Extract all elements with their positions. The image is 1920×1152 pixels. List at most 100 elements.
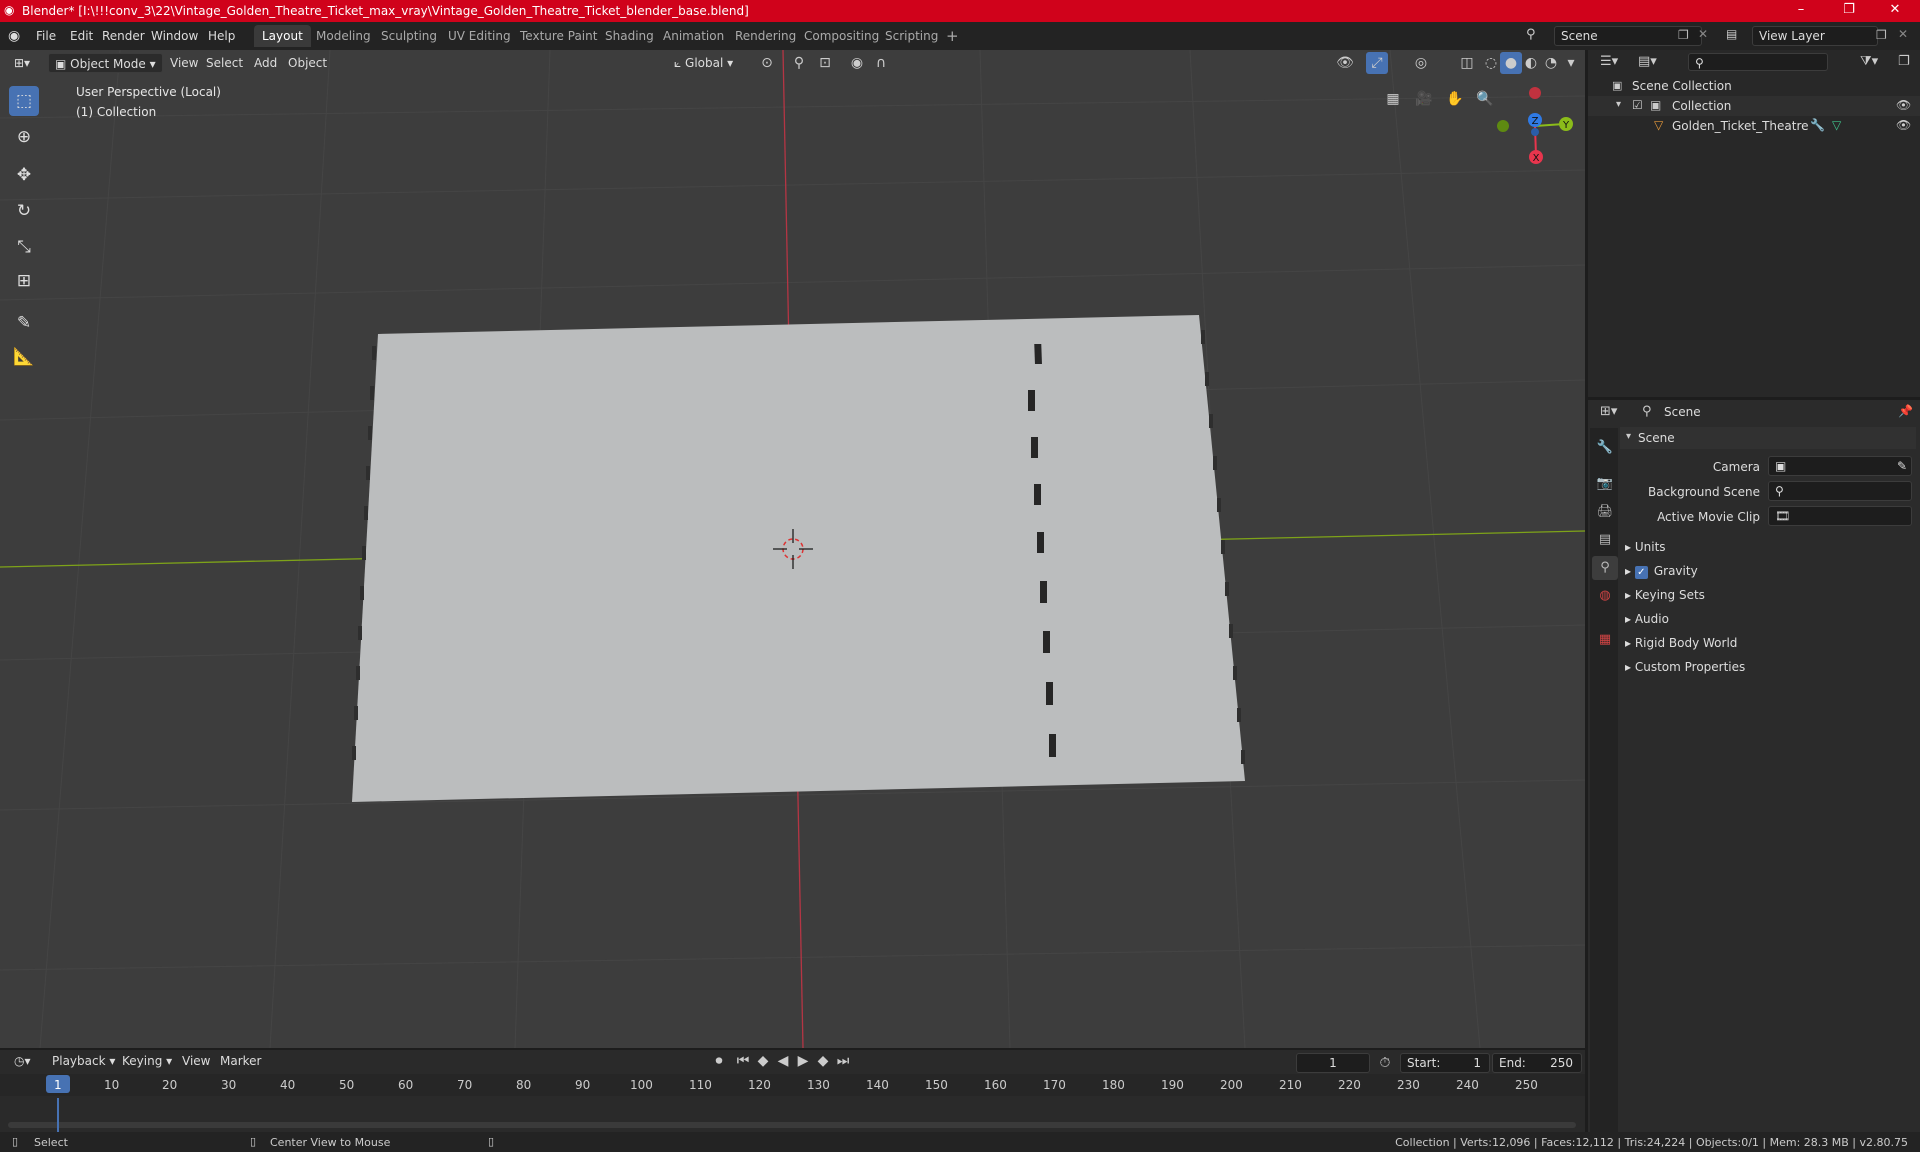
outliner-row-collection[interactable]: ▾ ☑ ▣ Collection 👁 — [1588, 96, 1920, 116]
gravity-checkbox[interactable]: ✓ — [1634, 566, 1648, 579]
units-panel[interactable]: ▸ Units — [1625, 536, 1915, 558]
end-frame-field[interactable]: End: 250 — [1492, 1053, 1582, 1073]
scene-tab-icon[interactable]: ⚲ — [1592, 556, 1618, 580]
gizmo-toggle-icon[interactable]: ⤢ — [1366, 52, 1388, 74]
play-icon[interactable]: ▶ — [792, 1050, 814, 1072]
audio-panel[interactable]: ▸ Audio — [1625, 608, 1915, 630]
tab-animation[interactable]: Animation — [655, 25, 732, 47]
world-tab-icon[interactable]: ◍ — [1592, 584, 1618, 608]
grid-view-icon[interactable]: ▦ — [1382, 88, 1404, 110]
scene-selector-icon[interactable]: ⚲ — [1526, 27, 1536, 42]
texture-tab-icon[interactable]: ▦ — [1592, 628, 1618, 652]
tab-rendering[interactable]: Rendering — [727, 25, 804, 47]
editor-type-icon[interactable]: ⊞▾ — [8, 53, 36, 73]
3d-viewport[interactable] — [0, 50, 1585, 1048]
menu-object[interactable]: Object — [282, 53, 333, 73]
menu-view-timeline[interactable]: View — [176, 1051, 216, 1071]
menu-file[interactable]: File — [30, 27, 62, 45]
close-button[interactable]: ✕ — [1880, 2, 1910, 20]
cursor-tool[interactable]: ⊕ — [9, 122, 39, 152]
solid-shading-icon[interactable]: ● — [1500, 52, 1522, 74]
shading-options-icon[interactable]: ▾ — [1560, 52, 1582, 74]
snap-icon[interactable]: ⚲ — [788, 52, 810, 74]
mode-dropdown[interactable]: ▣ Object Mode ▾ — [48, 53, 163, 73]
menu-help[interactable]: Help — [202, 27, 241, 45]
gizmo-neg-x-icon[interactable] — [1529, 87, 1541, 99]
view-layer-tab-icon[interactable]: ▤ — [1592, 528, 1618, 552]
timeline-editor-icon[interactable]: ◷▾ — [8, 1051, 37, 1071]
add-workspace-icon[interactable]: + — [946, 27, 959, 45]
blender-menu-icon[interactable]: ◉ — [8, 28, 20, 44]
maximize-button[interactable]: ❐ — [1834, 2, 1864, 20]
menu-edit[interactable]: Edit — [64, 27, 99, 45]
properties-editor-icon[interactable]: ⊞▾ — [1600, 404, 1617, 419]
jump-end-icon[interactable]: ⏭ — [832, 1050, 854, 1072]
next-keyframe-icon[interactable]: ◆ — [812, 1050, 834, 1072]
tool-tab-icon[interactable]: 🔧 — [1592, 436, 1618, 460]
camera-field[interactable]: ▣ ✎ — [1768, 456, 1912, 476]
eye-icon[interactable]: 👁 — [1896, 118, 1911, 132]
material-shading-icon[interactable]: ◐ — [1520, 52, 1542, 74]
transform-orientation-dropdown[interactable]: ⟀ Global ▾ — [668, 53, 739, 73]
eye-icon[interactable]: 👁 — [1896, 98, 1911, 112]
tab-compositing[interactable]: Compositing — [796, 25, 887, 47]
pivot-point-icon[interactable]: ⊙ — [756, 52, 778, 74]
tab-scripting[interactable]: Scripting — [877, 25, 946, 47]
menu-keying[interactable]: Keying ▾ — [116, 1051, 178, 1071]
outliner-search-input[interactable]: ⚲ — [1688, 53, 1828, 71]
tab-layout[interactable]: Layout — [254, 25, 311, 47]
delete-scene-icon[interactable]: ✕ — [1698, 27, 1708, 41]
menu-select[interactable]: Select — [200, 53, 249, 73]
outliner-row-scene-collection[interactable]: ▣ Scene Collection — [1588, 76, 1920, 96]
menu-playback[interactable]: Playback ▾ — [46, 1051, 121, 1071]
custom-properties-panel[interactable]: ▸ Custom Properties — [1625, 656, 1915, 678]
overlays-icon[interactable]: ◎ — [1410, 52, 1432, 74]
expand-arrow-icon[interactable]: ▾ — [1616, 99, 1621, 110]
menu-render[interactable]: Render — [96, 27, 151, 45]
rendered-shading-icon[interactable]: ◔ — [1540, 52, 1562, 74]
rotate-tool[interactable]: ↻ — [9, 196, 39, 226]
jump-start-icon[interactable]: ⏮ — [732, 1050, 754, 1072]
mesh-data-icon[interactable]: ▽ — [1832, 118, 1841, 132]
filter-icon[interactable]: ⧩▾ — [1860, 54, 1878, 69]
gizmo-neg-y-icon[interactable] — [1497, 120, 1509, 132]
snap-target-icon[interactable]: ⊡ — [814, 52, 836, 74]
menu-marker[interactable]: Marker — [214, 1051, 267, 1071]
xray-icon[interactable]: ◫ — [1456, 52, 1478, 74]
measure-tool[interactable]: 📐 — [9, 342, 39, 372]
menu-window[interactable]: Window — [145, 27, 204, 45]
new-scene-icon[interactable]: ❐ — [1678, 28, 1689, 42]
pan-hand-icon[interactable]: ✋ — [1444, 88, 1466, 110]
rigid-body-world-panel[interactable]: ▸ Rigid Body World — [1625, 632, 1915, 654]
move-tool[interactable]: ✥ — [9, 160, 39, 190]
tab-shading[interactable]: Shading — [597, 25, 662, 47]
gizmo-neg-z-icon[interactable] — [1531, 128, 1539, 136]
prev-keyframe-icon[interactable]: ◆ — [752, 1050, 774, 1072]
display-mode-icon[interactable]: ▤▾ — [1638, 54, 1657, 69]
falloff-icon[interactable]: ∩ — [870, 52, 892, 74]
keying-sets-panel[interactable]: ▸ Keying Sets — [1625, 584, 1915, 606]
delete-view-layer-icon[interactable]: ✕ — [1898, 27, 1908, 41]
outliner-editor-icon[interactable]: ☰▾ — [1600, 54, 1618, 69]
stopwatch-icon[interactable]: ⏱ — [1374, 1052, 1396, 1074]
current-frame-field[interactable]: 1 — [1296, 1053, 1370, 1073]
checkbox-icon[interactable]: ☑ — [1632, 98, 1643, 112]
scale-tool[interactable]: ⤡ — [9, 232, 39, 262]
timeline-scrollbar[interactable] — [8, 1122, 1576, 1128]
gravity-panel[interactable]: ▸ ✓ Gravity — [1625, 560, 1915, 582]
tab-uv-editing[interactable]: UV Editing — [440, 25, 519, 47]
new-collection-icon[interactable]: ❐ — [1898, 54, 1910, 69]
outliner-row-object[interactable]: ▽ Golden_Ticket_Theatre 🔧 ▽ 👁 — [1588, 116, 1920, 136]
select-box-tool[interactable]: ⬚ — [9, 86, 39, 116]
eyedropper-icon[interactable]: ✎ — [1897, 457, 1907, 475]
wireframe-shading-icon[interactable]: ◌ — [1480, 52, 1502, 74]
minimize-button[interactable]: – — [1786, 2, 1816, 20]
menu-view[interactable]: View — [164, 53, 204, 73]
menu-add[interactable]: Add — [248, 53, 283, 73]
active-movie-clip-field[interactable]: 🎞 — [1768, 506, 1912, 526]
ticket-plane[interactable] — [352, 315, 1245, 802]
tab-texture-paint[interactable]: Texture Paint — [512, 25, 605, 47]
pin-icon[interactable]: 📌 — [1898, 404, 1913, 418]
background-scene-field[interactable]: ⚲ — [1768, 481, 1912, 501]
camera-view-icon[interactable]: 🎥 — [1413, 88, 1435, 110]
